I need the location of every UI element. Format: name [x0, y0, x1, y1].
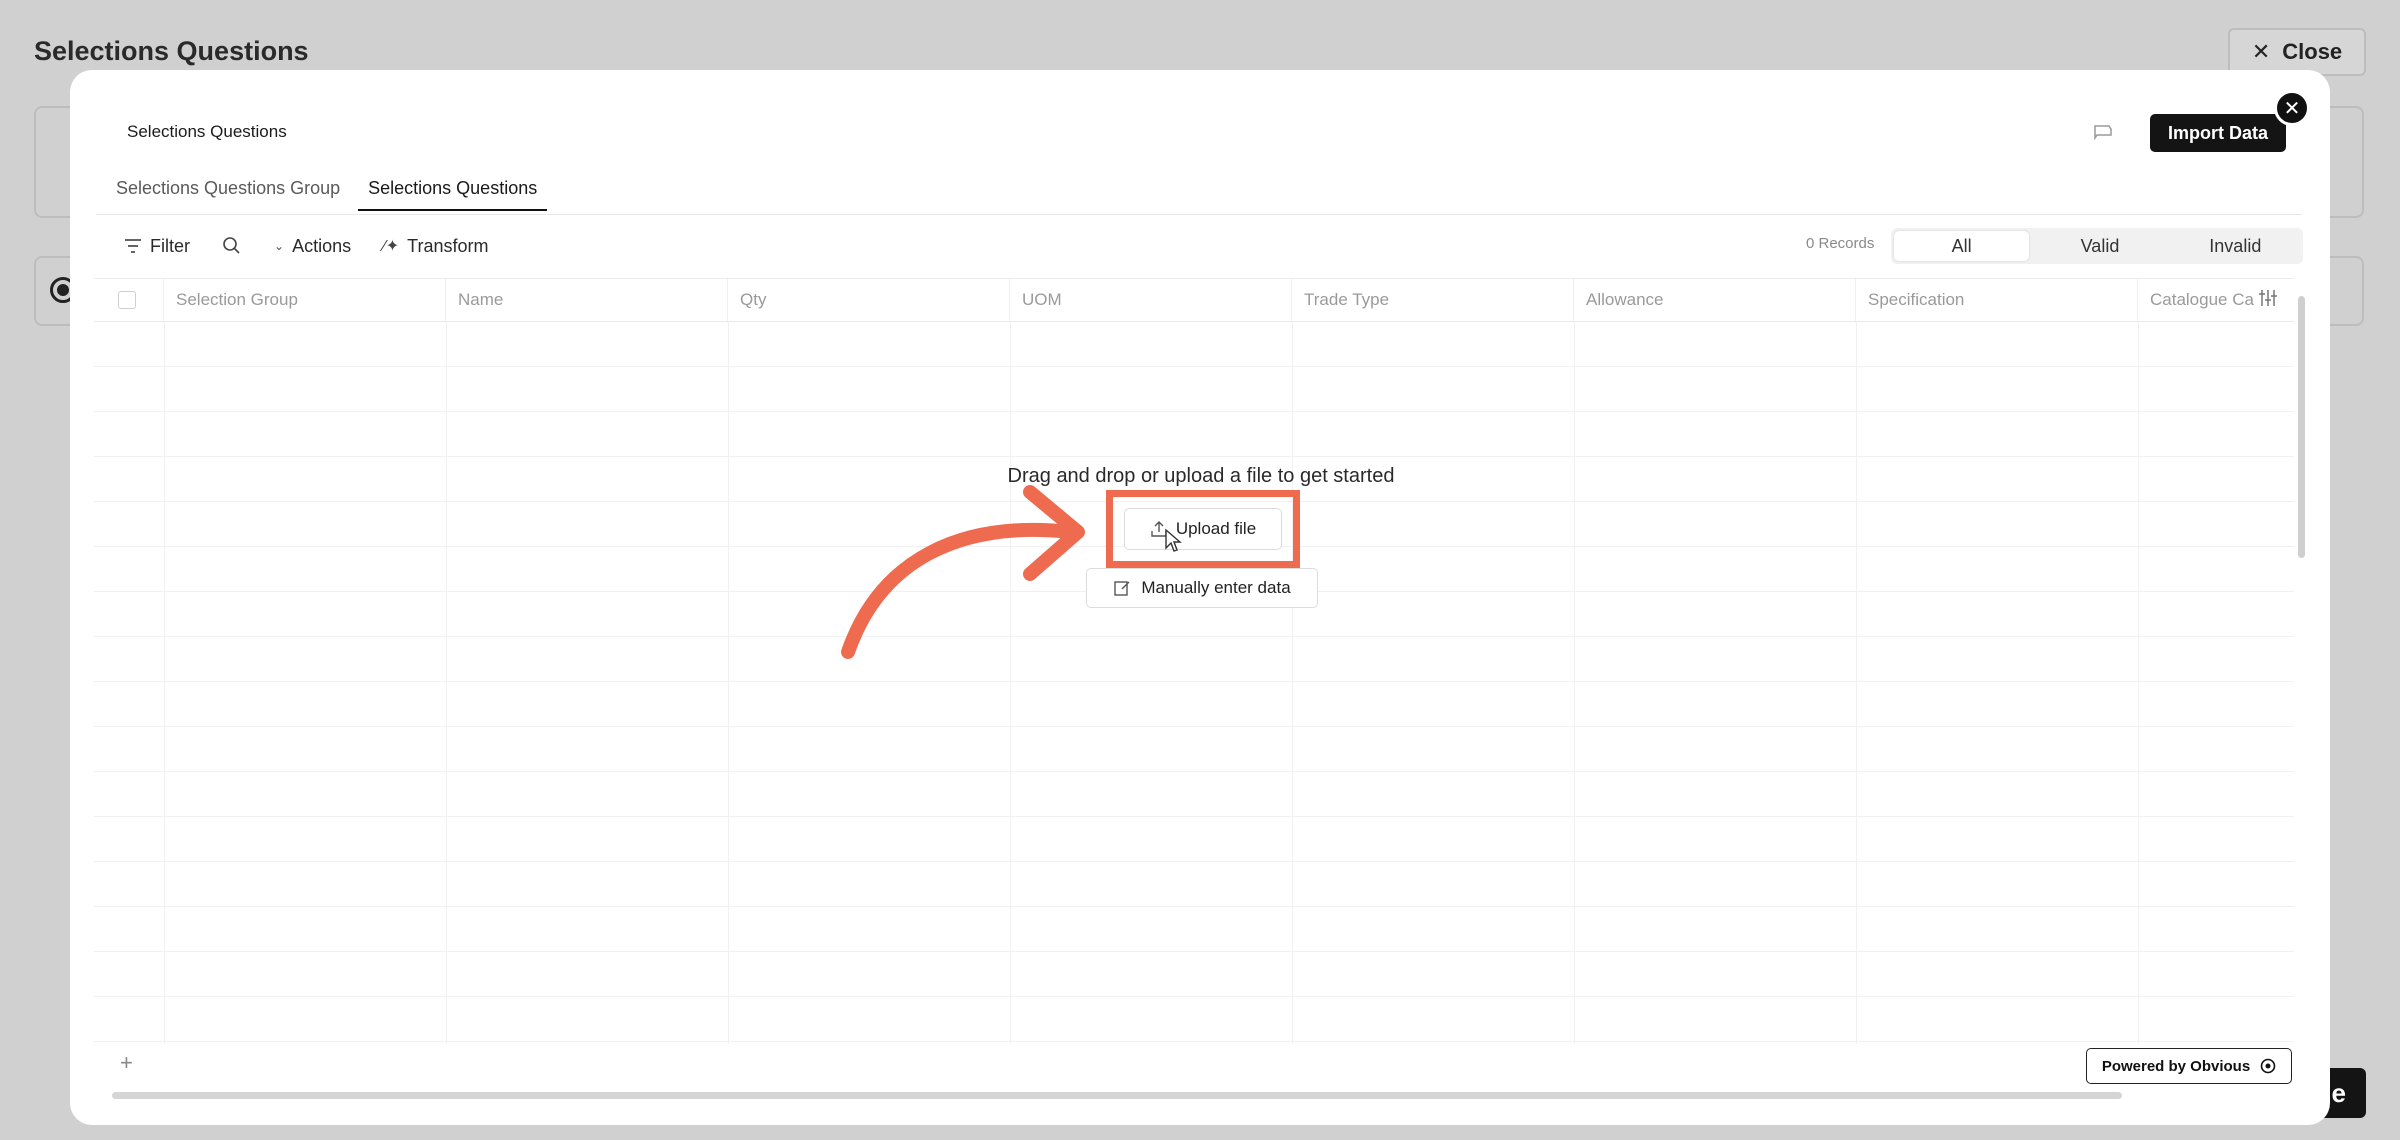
- grid-row-line: [94, 681, 2294, 682]
- close-icon: ✕: [2251, 39, 2271, 64]
- grid-row-line: [94, 366, 2294, 367]
- records-count: 0 Records: [1806, 235, 1875, 252]
- grid-row-line: [94, 1041, 2294, 1042]
- transform-label: Transform: [407, 235, 489, 256]
- select-all-checkbox[interactable]: [118, 291, 136, 309]
- select-all-cell: [94, 279, 164, 321]
- segment-invalid[interactable]: Invalid: [2168, 228, 2303, 264]
- powered-by-badge[interactable]: Powered by Obvious: [2086, 1048, 2292, 1084]
- powered-by-label: Powered by Obvious: [2101, 1057, 2251, 1075]
- grid-row-line: [94, 771, 2294, 772]
- grid-row-line: [94, 906, 2294, 907]
- column-header[interactable]: Specification: [1856, 279, 2138, 321]
- modal-title: Selections Questions: [127, 122, 287, 141]
- manual-entry-button[interactable]: Manually enter data: [1086, 568, 1318, 608]
- actions-label: Actions: [292, 235, 352, 256]
- actions-dropdown[interactable]: ⌄ Actions: [274, 236, 351, 257]
- tab-selections-questions[interactable]: Selections Questions: [358, 176, 548, 211]
- validity-segmented-control: All Valid Invalid: [1891, 228, 2303, 264]
- grid-column-line: [164, 321, 165, 1044]
- column-header[interactable]: Trade Type: [1292, 279, 1574, 321]
- highlight-box: [1106, 490, 1300, 568]
- add-row-button[interactable]: +: [120, 1050, 133, 1076]
- filter-button[interactable]: Filter: [124, 236, 190, 257]
- tab-bar: Selections Questions Group Selections Qu…: [116, 176, 548, 211]
- tab-selections-questions-group[interactable]: Selections Questions Group: [116, 176, 340, 211]
- close-label: Close: [2282, 39, 2343, 64]
- column-header[interactable]: Name: [446, 279, 728, 321]
- filter-label: Filter: [150, 235, 190, 256]
- grid-header: Selection Group Name Qty UOM Trade Type …: [94, 279, 2294, 322]
- obvious-logo-icon: [2260, 1058, 2276, 1074]
- column-settings-icon[interactable]: [2258, 288, 2278, 314]
- transform-button[interactable]: ⁄✦ Transform: [383, 236, 488, 257]
- vertical-scrollbar[interactable]: [2298, 296, 2305, 558]
- column-header[interactable]: Allowance: [1574, 279, 1856, 321]
- close-button[interactable]: ✕ Close: [2228, 28, 2366, 76]
- segment-valid[interactable]: Valid: [2032, 228, 2167, 264]
- grid-row-line: [94, 456, 2294, 457]
- data-grid: Selection Group Name Qty UOM Trade Type …: [94, 278, 2294, 1044]
- edit-icon: [1114, 581, 1130, 596]
- grid-column-line: [2138, 321, 2139, 1044]
- column-header[interactable]: UOM: [1010, 279, 1292, 321]
- column-header[interactable]: Selection Group: [164, 279, 446, 321]
- grid-row-line: [94, 726, 2294, 727]
- grid-column-line: [1292, 321, 1293, 1044]
- page-title: Selections Questions: [34, 36, 309, 66]
- annotation-arrow: [841, 485, 1085, 659]
- background-primary-button-label: e: [2331, 1077, 2346, 1108]
- grid-row-line: [94, 996, 2294, 997]
- segment-all[interactable]: All: [1894, 231, 2030, 261]
- magic-wand-icon: ⁄✦: [383, 238, 400, 255]
- column-header[interactable]: Qty: [728, 279, 1010, 321]
- manual-entry-label: Manually enter data: [1141, 578, 1291, 597]
- column-header[interactable]: Catalogue Ca: [2138, 279, 2256, 321]
- grid-column-line: [1010, 321, 1011, 1044]
- tabs-divider: [96, 214, 2302, 215]
- grid-row-line: [94, 951, 2294, 952]
- grid-column-line: [1856, 321, 1857, 1044]
- feedback-icon[interactable]: [2092, 122, 2114, 142]
- toolbar: Filter ⌄ Actions ⁄✦ Transform: [124, 232, 521, 260]
- grid-row-line: [94, 861, 2294, 862]
- modal-close-button[interactable]: ✕: [2274, 90, 2310, 126]
- chevron-down-icon: ⌄: [274, 239, 285, 253]
- import-data-button[interactable]: Import Data: [2150, 114, 2286, 152]
- filter-icon: [125, 239, 141, 253]
- mouse-cursor-icon: [1165, 528, 1182, 552]
- search-button[interactable]: [222, 236, 242, 256]
- grid-row-line: [94, 411, 2294, 412]
- grid-column-line: [1574, 321, 1575, 1044]
- search-icon: [223, 237, 240, 254]
- grid-column-line: [446, 321, 447, 1044]
- grid-row-line: [94, 636, 2294, 637]
- horizontal-scrollbar[interactable]: [112, 1092, 2122, 1099]
- grid-row-line: [94, 816, 2294, 817]
- grid-column-line: [728, 321, 729, 1044]
- close-icon: ✕: [2283, 97, 2301, 120]
